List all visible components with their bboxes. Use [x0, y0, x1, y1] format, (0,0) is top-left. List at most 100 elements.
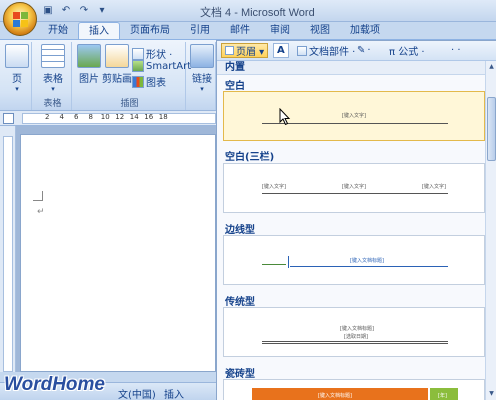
- picture-label: 图片: [79, 74, 99, 85]
- header-line: [262, 343, 448, 344]
- gallery-item-label: 边线型: [225, 225, 255, 236]
- gallery-item-label: 瓷砖型: [225, 369, 255, 380]
- ribbon-tabs: 开始 插入 页面布局 引用 邮件 审阅 视图 加载项: [38, 22, 390, 40]
- customize-qat-icon[interactable]: ▾: [94, 4, 110, 18]
- header-gallery: 页眉 ▾ A 文档部件 · ✎ · π 公式 · · · 内置 空白 [键入文字…: [216, 40, 496, 400]
- gallery-item-label: 空白(三栏): [225, 152, 275, 163]
- link-icon: [190, 44, 214, 68]
- horizontal-ruler[interactable]: 2 4 6 8 10 12 14 16 18: [0, 111, 216, 126]
- insert-mode-status[interactable]: 插入: [164, 386, 184, 400]
- vertical-ruler[interactable]: [0, 126, 16, 372]
- scroll-up-arrow-icon[interactable]: ▲: [487, 62, 496, 72]
- equation-button[interactable]: π 公式 ·: [389, 43, 425, 58]
- table-icon: [41, 44, 65, 68]
- signature-label: ·: [367, 45, 371, 56]
- language-status[interactable]: 文(中国): [118, 386, 156, 400]
- link-label: 链接: [192, 74, 212, 85]
- gallery-item-tiles[interactable]: [键入文档标题] [年]: [223, 379, 485, 400]
- mouse-cursor-icon: [279, 108, 291, 126]
- header-line: [262, 341, 448, 342]
- quick-access-toolbar: ▣ ↶ ↷ ▾: [40, 4, 110, 18]
- ruler-number: 6: [74, 113, 79, 121]
- quick-parts-icon: [297, 45, 307, 56]
- pages-button[interactable]: 页 ▾: [5, 44, 29, 93]
- vertical-ruler-track: [3, 136, 13, 372]
- gallery-item-label: 空白: [225, 81, 245, 92]
- picture-icon: [77, 44, 101, 68]
- picture-button[interactable]: 图片: [76, 44, 102, 85]
- quick-parts-label: 文档部件 ·: [309, 47, 356, 58]
- document-page[interactable]: ↵: [20, 134, 216, 372]
- pages-group: 页 ▾: [2, 42, 32, 110]
- header-line: [262, 193, 448, 194]
- table-button[interactable]: 表格 ▾: [40, 44, 66, 93]
- smartart-icon: [132, 60, 144, 72]
- chart-label: 图表: [146, 78, 166, 89]
- links-group: 链接 ▾: [188, 42, 216, 110]
- tables-group: 表格 ▾ 表格: [34, 42, 72, 110]
- accent-bar: [288, 256, 289, 268]
- gallery-item-traditional[interactable]: [键入文档标题] [选取日期]: [223, 307, 485, 357]
- shapes-label: 形状 ·: [146, 50, 173, 61]
- scroll-thumb[interactable]: [487, 97, 496, 161]
- page-icon: [5, 44, 29, 68]
- gallery-item-blank[interactable]: [键入文字]: [223, 91, 485, 141]
- clipart-icon: [105, 44, 129, 68]
- crop-mark: [33, 191, 43, 201]
- placeholder-text: [键入文档标题]: [340, 326, 374, 332]
- placeholder-text: [键入文档标题]: [350, 258, 384, 264]
- builtin-section-title: 内置: [217, 61, 485, 75]
- tab-insert[interactable]: 插入: [78, 22, 120, 39]
- clipart-button[interactable]: 剪贴画: [102, 44, 132, 85]
- textbox-button[interactable]: A: [273, 43, 289, 58]
- tab-view[interactable]: 视图: [300, 22, 340, 39]
- gallery-item-sideline[interactable]: [键入文档标题]: [223, 235, 485, 285]
- scroll-down-arrow-icon[interactable]: ▼: [487, 389, 496, 399]
- gallery-item-blank-three-column[interactable]: [键入文字] [键入文字] [键入文字]: [223, 163, 485, 213]
- gallery-scrollbar[interactable]: ▲ ▼: [485, 61, 496, 400]
- ruler-number: 16: [144, 113, 154, 121]
- clipart-label: 剪贴画: [102, 74, 132, 85]
- tab-mailings[interactable]: 邮件: [220, 22, 260, 39]
- title-tile: [键入文档标题]: [252, 388, 428, 400]
- ruler-number: 2: [45, 113, 50, 121]
- shapes-button[interactable]: 形状 ·: [132, 46, 172, 61]
- wordhome-watermark: WordHome: [4, 374, 105, 395]
- office-logo-icon: [13, 12, 28, 27]
- placeholder-text: [键入文档标题]: [318, 393, 352, 399]
- more-button[interactable]: · ·: [451, 43, 461, 58]
- undo-icon[interactable]: ↶: [58, 4, 74, 18]
- placeholder-year: [年]: [438, 393, 447, 399]
- header-button[interactable]: 页眉 ▾: [221, 43, 269, 58]
- office-button[interactable]: [3, 2, 37, 36]
- tab-addins[interactable]: 加载项: [340, 22, 390, 39]
- tab-selector[interactable]: [3, 113, 14, 124]
- smartart-label: SmartArt: [146, 60, 192, 72]
- chart-button[interactable]: 图表: [132, 74, 166, 89]
- ruler-number: 8: [88, 113, 93, 121]
- link-button[interactable]: 链接 ▾: [189, 44, 215, 93]
- equation-label: π 公式 ·: [389, 47, 425, 58]
- signature-button[interactable]: ✎ ·: [357, 43, 371, 58]
- shapes-icon: [132, 47, 144, 60]
- ruler-number: 18: [158, 113, 168, 121]
- tab-page-layout[interactable]: 页面布局: [120, 22, 180, 39]
- ruler-number: 12: [115, 113, 125, 121]
- tables-group-label: 表格: [43, 99, 62, 109]
- save-icon[interactable]: ▣: [40, 4, 56, 18]
- tab-references[interactable]: 引用: [180, 22, 220, 39]
- header-icon: [225, 46, 234, 55]
- tab-home[interactable]: 开始: [38, 22, 78, 39]
- paragraph-mark: ↵: [37, 207, 45, 217]
- title-bar: ▣ ↶ ↷ ▾ 文档 4 - Microsoft Word: [0, 0, 496, 36]
- placeholder-text: [键入文字]: [342, 184, 366, 190]
- illustrations-group-label: 插图: [120, 99, 139, 109]
- smartart-button[interactable]: SmartArt: [132, 60, 191, 72]
- ruler-number: 4: [59, 113, 64, 121]
- signature-icon: ✎: [357, 45, 366, 56]
- header-footer-toolbar: 页眉 ▾ A 文档部件 · ✎ · π 公式 · · ·: [217, 41, 496, 61]
- tab-review[interactable]: 审阅: [260, 22, 300, 39]
- redo-icon[interactable]: ↷: [76, 4, 92, 18]
- document-area: ↵: [16, 126, 216, 372]
- quick-parts-button[interactable]: 文档部件 ·: [297, 43, 355, 58]
